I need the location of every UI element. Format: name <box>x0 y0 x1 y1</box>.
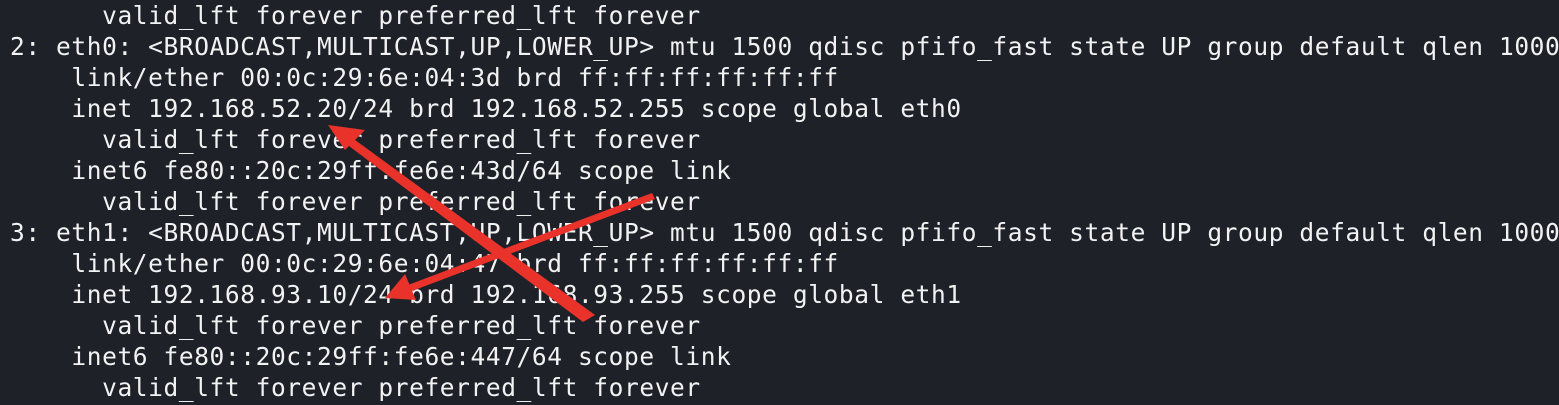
terminal-line-4: inet 192.168.52.20/24 brd 192.168.52.255… <box>10 94 962 123</box>
terminal-line-7: valid_lft forever preferred_lft forever <box>10 187 701 216</box>
terminal-line-1: valid_lft forever preferred_lft forever <box>10 1 701 30</box>
terminal-line-9: link/ether 00:0c:29:6e:04:47 brd ff:ff:f… <box>10 249 839 278</box>
terminal-line-2: 2: eth0: <BROADCAST,MULTICAST,UP,LOWER_U… <box>10 32 1559 61</box>
terminal-line-5: valid_lft forever preferred_lft forever <box>10 125 701 154</box>
terminal-line-6: inet6 fe80::20c:29ff:fe6e:43d/64 scope l… <box>10 156 732 185</box>
terminal-line-11: valid_lft forever preferred_lft forever <box>10 311 701 340</box>
terminal-window[interactable]: valid_lft forever preferred_lft forever … <box>0 0 1559 405</box>
terminal-line-12: inet6 fe80::20c:29ff:fe6e:447/64 scope l… <box>10 342 732 371</box>
terminal-line-10: inet 192.168.93.10/24 brd 192.168.93.255… <box>10 280 962 309</box>
terminal-line-3: link/ether 00:0c:29:6e:04:3d brd ff:ff:f… <box>10 63 839 92</box>
terminal-line-8: 3: eth1: <BROADCAST,MULTICAST,UP,LOWER_U… <box>10 218 1559 247</box>
terminal-line-13: valid_lft forever preferred_lft forever <box>10 373 701 402</box>
